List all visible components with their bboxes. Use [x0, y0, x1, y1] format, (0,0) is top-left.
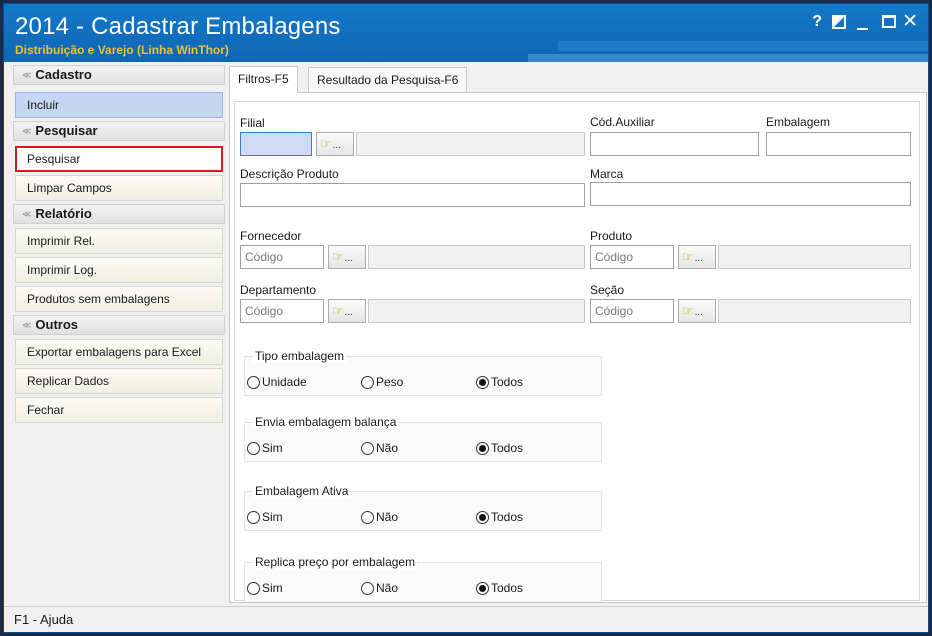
status-help-text: F1 - Ajuda: [14, 612, 74, 627]
hand-pointer-icon: ☞: [332, 303, 344, 318]
radio-ativa-sim[interactable]: Sim: [247, 510, 283, 524]
radio-indicator: [361, 581, 374, 595]
radio-balanca-nao[interactable]: Não: [361, 441, 398, 455]
radio-indicator: [247, 581, 260, 595]
chevron-up-icon: ≪: [22, 126, 32, 136]
secao-lookup-button[interactable]: ☞...: [678, 299, 716, 323]
radio-indicator: [247, 441, 260, 455]
sidebar-section-cadastro[interactable]: ≪ Cadastro: [13, 65, 225, 85]
radio-tipo-unidade[interactable]: Unidade: [247, 375, 307, 389]
fornecedor-code-input[interactable]: [240, 245, 324, 269]
sidebar-item-incluir[interactable]: Incluir: [15, 92, 223, 118]
secao-label: Seção: [590, 283, 625, 297]
sidebar-section-relatorio[interactable]: ≪ Relatório: [13, 204, 225, 224]
marca-label: Marca: [590, 167, 624, 181]
group-title: Envia embalagem balança: [253, 415, 399, 429]
secao-description-field: [718, 299, 911, 323]
radio-tipo-todos[interactable]: Todos: [476, 375, 523, 389]
embalagem-label: Embalagem: [766, 115, 831, 129]
sidebar-item-limpar-campos[interactable]: Limpar Campos: [15, 175, 223, 201]
close-button[interactable]: ✕: [902, 10, 918, 33]
minimize-icon[interactable]: [857, 28, 868, 30]
group-tipo-embalagem: Tipo embalagem Unidade Peso Todos: [244, 349, 602, 396]
departamento-lookup-button[interactable]: ☞...: [328, 299, 366, 323]
departamento-code-input[interactable]: [240, 299, 324, 323]
radio-indicator-selected: [476, 581, 489, 595]
help-button[interactable]: ?: [812, 13, 822, 31]
cod-auxiliar-input[interactable]: [590, 132, 759, 156]
restore-icon[interactable]: [832, 15, 846, 29]
group-replica-preco: Replica preço por embalagem Sim Não Todo…: [244, 555, 602, 602]
status-bar: F1 - Ajuda: [4, 606, 928, 632]
filial-lookup-button[interactable]: ☞...: [316, 132, 354, 156]
sidebar-item-replicar-dados[interactable]: Replicar Dados: [15, 368, 223, 394]
departamento-label: Departamento: [240, 283, 317, 297]
sidebar-item-imprimir-rel[interactable]: Imprimir Rel.: [15, 228, 223, 254]
sidebar-item-fechar[interactable]: Fechar: [15, 397, 223, 423]
hand-pointer-icon: ☞: [332, 249, 344, 264]
radio-replica-nao[interactable]: Não: [361, 581, 398, 595]
group-embalagem-ativa: Embalagem Ativa Sim Não Todos: [244, 484, 602, 531]
group-title: Embalagem Ativa: [253, 484, 351, 498]
chevron-up-icon: ≪: [22, 320, 32, 330]
group-envia-balanca: Envia embalagem balança Sim Não Todos: [244, 415, 602, 462]
filial-code-input[interactable]: [240, 132, 312, 156]
radio-indicator: [247, 510, 260, 524]
hand-pointer-icon: ☞: [682, 249, 694, 264]
sidebar-item-imprimir-log[interactable]: Imprimir Log.: [15, 257, 223, 283]
maximize-icon[interactable]: [882, 15, 896, 28]
sidebar-section-pesquisar[interactable]: ≪ Pesquisar: [13, 121, 225, 141]
hand-pointer-icon: ☞: [320, 136, 332, 151]
radio-replica-sim[interactable]: Sim: [247, 581, 283, 595]
app-window: 2014 - Cadastrar Embalagens Distribuição…: [3, 3, 929, 633]
fornecedor-description-field: [368, 245, 585, 269]
radio-balanca-todos[interactable]: Todos: [476, 441, 523, 455]
secao-code-input[interactable]: [590, 299, 674, 323]
radio-balanca-sim[interactable]: Sim: [247, 441, 283, 455]
radio-indicator: [361, 441, 374, 455]
radio-indicator: [247, 375, 260, 389]
fornecedor-lookup-button[interactable]: ☞...: [328, 245, 366, 269]
produto-lookup-button[interactable]: ☞...: [678, 245, 716, 269]
radio-indicator-selected: [476, 510, 489, 524]
marca-input[interactable]: [590, 182, 911, 206]
radio-replica-todos[interactable]: Todos: [476, 581, 523, 595]
filial-label: Filial: [240, 116, 265, 130]
title-bar: 2014 - Cadastrar Embalagens Distribuição…: [4, 4, 928, 62]
hand-pointer-icon: ☞: [682, 303, 694, 318]
radio-tipo-peso[interactable]: Peso: [361, 375, 403, 389]
produto-code-input[interactable]: [590, 245, 674, 269]
radio-ativa-nao[interactable]: Não: [361, 510, 398, 524]
filial-description-field: [356, 132, 585, 156]
filters-form: Filial ☞... Cód.Auxiliar Embalagem Descr…: [234, 101, 920, 602]
radio-indicator: [361, 375, 374, 389]
fornecedor-label: Fornecedor: [240, 229, 302, 243]
main-panel: Filtros-F5 Resultado da Pesquisa-F6 Fili…: [229, 65, 927, 603]
produto-label: Produto: [590, 229, 633, 243]
group-title: Replica preço por embalagem: [253, 555, 418, 569]
descricao-produto-label: Descrição Produto: [240, 167, 339, 181]
tab-resultado-pesquisa[interactable]: Resultado da Pesquisa-F6: [308, 67, 468, 92]
sidebar-item-pesquisar[interactable]: Pesquisar: [15, 146, 223, 172]
radio-indicator-selected: [476, 441, 489, 455]
produto-description-field: [718, 245, 911, 269]
tab-filtros[interactable]: Filtros-F5: [229, 66, 298, 93]
sidebar-section-outros[interactable]: ≪ Outros: [13, 315, 225, 335]
radio-indicator-selected: [476, 375, 489, 389]
group-title: Tipo embalagem: [253, 349, 346, 363]
descricao-produto-input[interactable]: [240, 183, 585, 207]
departamento-description-field: [368, 299, 585, 323]
sidebar: ≪ Cadastro Incluir ≪ Pesquisar Pesquisar L…: [13, 65, 225, 603]
window-title: 2014 - Cadastrar Embalagens: [15, 13, 341, 40]
chevron-up-icon: ≪: [22, 70, 32, 80]
sidebar-item-produtos-sem-embalagens[interactable]: Produtos sem embalagens: [15, 286, 223, 312]
radio-indicator: [361, 510, 374, 524]
sidebar-item-exportar-excel[interactable]: Exportar embalagens para Excel: [15, 339, 223, 365]
embalagem-input[interactable]: [766, 132, 911, 156]
window-subtitle: Distribuição e Varejo (Linha WinThor): [15, 43, 229, 57]
radio-ativa-todos[interactable]: Todos: [476, 510, 523, 524]
filters-panel: Filial ☞... Cód.Auxiliar Embalagem Descr…: [229, 92, 927, 603]
chevron-up-icon: ≪: [22, 209, 32, 219]
cod-auxiliar-label: Cód.Auxiliar: [590, 115, 655, 129]
